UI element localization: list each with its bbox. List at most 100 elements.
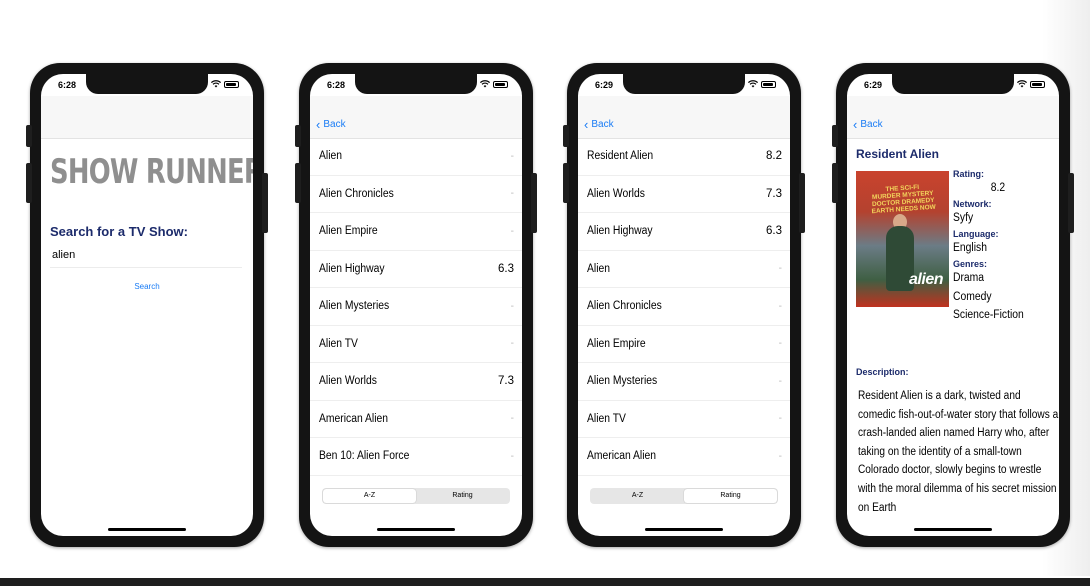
search-button[interactable]: Search [41,282,253,291]
back-label: Back [323,119,346,130]
back-button[interactable]: ‹ Back [853,116,883,132]
phone-results-az: 6:28 ‹ Back Alien - Alien Chronicles - Ali… [295,63,537,547]
show-metadata: Rating: 8.2 Network: Syfy Language: Engl… [953,169,1059,325]
list-item[interactable]: Alien Highway 6.3 [310,251,522,288]
chevron-left-icon: ‹ [853,116,858,132]
show-name: Alien Worlds [319,375,377,388]
show-rating: 8.2 [766,150,782,163]
list-item[interactable]: Alien Chronicles - [310,176,522,213]
show-rating: - [510,150,514,162]
list-item[interactable]: Alien - [310,138,522,176]
show-name: Alien Mysteries [319,300,390,313]
list-item[interactable]: Alien Mysteries - [310,288,522,326]
show-rating: - [778,338,782,350]
show-name: Resident Alien [587,150,654,163]
status-time: 6:28 [58,80,77,90]
wifi-icon [748,80,758,88]
show-title: Resident Alien [856,147,939,161]
poster-brand: alien [909,271,943,288]
show-rating: 7.3 [498,375,514,388]
show-name: Alien Highway [319,262,385,275]
list-item[interactable]: Alien - [578,251,790,288]
home-indicator [377,528,455,531]
wifi-icon [211,80,221,88]
list-item[interactable]: Alien Highway 6.3 [578,213,790,251]
language-value: English [953,242,987,254]
battery-icon [224,80,239,88]
show-rating: - [510,338,514,350]
list-item[interactable]: American Alien - [578,438,790,476]
show-name: Alien Chronicles [587,300,662,313]
wifi-icon [480,80,490,88]
notch [86,74,208,94]
status-icons [748,80,776,88]
home-indicator [645,528,723,531]
chevron-left-icon: ‹ [584,116,589,132]
results-screen-az: 6:28 ‹ Back Alien - Alien Chronicles - Ali… [310,74,522,536]
show-name: Alien Highway [587,225,653,238]
navigation-bar: ‹ Back [847,96,1059,139]
status-icons [480,80,508,88]
rating-value: 8.2 [990,182,1006,194]
search-screen: 6:28 SHOW RUNNER Search for a TV Show: S… [41,74,253,536]
show-rating: - [510,188,514,200]
description-label: Description: [856,367,909,377]
list-item[interactable]: American Alien - [310,401,522,438]
segment-az[interactable]: A-Z [323,489,416,503]
rating-label: Rating: [953,169,984,179]
show-rating: 6.3 [498,262,514,275]
back-button[interactable]: ‹ Back [316,118,346,131]
list-item[interactable]: Alien Chronicles - [578,288,790,326]
show-poster: THE SCI-FI MURDER MYSTERY DOCTOR DRAMEDY EA… [856,171,949,307]
battery-icon [493,80,508,88]
detail-screen: 6:29 ‹ Back Resident Alien THE SCI-FI MUR… [847,74,1059,536]
show-name: Alien Chronicles [319,187,394,200]
back-button[interactable]: ‹ Back [584,116,614,132]
power-button [799,173,805,233]
list-item[interactable]: Alien Empire - [310,213,522,251]
list-item[interactable]: Alien Worlds 7.3 [310,363,522,401]
show-name: American Alien [587,450,657,463]
segment-rating[interactable]: Rating [416,489,509,503]
list-item[interactable]: Ben 10: Alien Force - [310,438,522,476]
show-name: Alien Empire [319,225,378,238]
show-rating: - [510,450,514,462]
network-label: Network: [953,199,992,209]
language-label: Language: [953,229,999,239]
sort-segmented-control: A-Z Rating [590,488,778,504]
status-icons [211,80,239,88]
list-item[interactable]: Alien TV - [578,401,790,438]
navigation-bar: ‹ Back [310,96,522,139]
bottom-bar [0,578,1090,586]
show-rating: 7.3 [766,187,782,200]
wifi-icon [1017,80,1027,88]
list-item[interactable]: Alien Worlds 7.3 [578,176,790,213]
phone-results-rating: 6:29 ‹ Back Resident Alien 8.2 Alien Worl… [563,63,805,547]
show-name: Alien [587,262,611,275]
list-item[interactable]: Resident Alien 8.2 [578,138,790,176]
search-input[interactable] [50,243,242,268]
list-item[interactable]: Alien Empire - [578,326,790,363]
show-rating: 6.3 [766,225,782,238]
segment-rating[interactable]: Rating [684,489,777,503]
show-name: Alien TV [319,337,358,350]
genres-label: Genres: [953,259,988,269]
navigation-bar [41,96,253,139]
status-icons [1017,80,1045,88]
show-rating: - [778,413,782,425]
genre-item: Science-Fiction [953,309,1024,321]
notch [892,74,1014,94]
results-list: Resident Alien 8.2 Alien Worlds 7.3 Alien … [578,138,790,476]
notch [355,74,477,94]
segment-az[interactable]: A-Z [591,489,684,503]
list-item[interactable]: Alien Mysteries - [578,363,790,401]
back-label: Back [860,119,883,130]
results-list: Alien - Alien Chronicles - Alien Empire - A… [310,138,522,476]
status-time: 6:29 [864,80,883,90]
network-value: Syfy [953,212,974,224]
home-indicator [914,528,992,531]
phone-detail: 6:29 ‹ Back Resident Alien THE SCI-FI MUR… [832,63,1074,547]
list-item[interactable]: Alien TV - [310,326,522,363]
navigation-bar: ‹ Back [578,96,790,139]
show-rating: - [510,300,514,312]
